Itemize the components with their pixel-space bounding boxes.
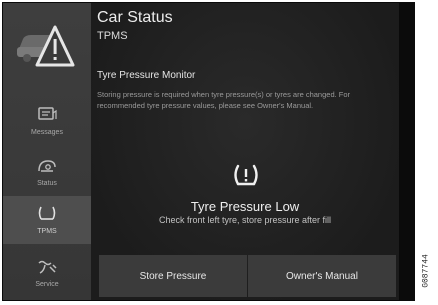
status-icon bbox=[36, 156, 58, 176]
alert-title: Tyre Pressure Low bbox=[190, 199, 300, 214]
sidebar-item-service[interactable]: Service bbox=[3, 249, 91, 297]
figure-frame: Messages Status TPMS Service Car Status … bbox=[0, 0, 438, 305]
sidebar-item-label: Service bbox=[35, 281, 59, 288]
main-panel: Car Status TPMS Tyre Pressure Monitor St… bbox=[91, 3, 399, 300]
sidebar-item-label: Status bbox=[37, 180, 57, 187]
figure-code: G087744 bbox=[419, 246, 433, 296]
alert-detail: Check front left tyre, store pressure af… bbox=[158, 215, 332, 225]
page-title: Car Status bbox=[97, 9, 173, 26]
tpms-icon bbox=[36, 204, 58, 224]
description-text: Storing pressure is required when tyre p… bbox=[97, 90, 351, 110]
section-heading: Tyre Pressure Monitor bbox=[97, 70, 196, 81]
sidebar-item-label: TPMS bbox=[37, 228, 57, 235]
figure-code-text: G087744 bbox=[421, 254, 431, 288]
sidebar-item-messages[interactable]: Messages bbox=[3, 97, 91, 145]
service-icon bbox=[36, 257, 58, 277]
display-screen: Messages Status TPMS Service Car Status … bbox=[2, 2, 400, 301]
sidebar-item-tpms[interactable]: TPMS bbox=[3, 196, 91, 244]
messages-icon bbox=[36, 105, 58, 125]
owners-manual-button[interactable]: Owner's Manual bbox=[248, 255, 396, 297]
tpms-warning-icon bbox=[231, 163, 261, 191]
page-subtitle: TPMS bbox=[97, 30, 128, 42]
sidebar-item-label: Messages bbox=[31, 129, 63, 136]
sidebar: Messages Status TPMS Service bbox=[3, 3, 91, 300]
car-warning-icon bbox=[15, 19, 77, 71]
store-pressure-button[interactable]: Store Pressure bbox=[99, 255, 247, 297]
sidebar-item-status[interactable]: Status bbox=[3, 148, 91, 196]
screen-bezel bbox=[400, 2, 415, 301]
